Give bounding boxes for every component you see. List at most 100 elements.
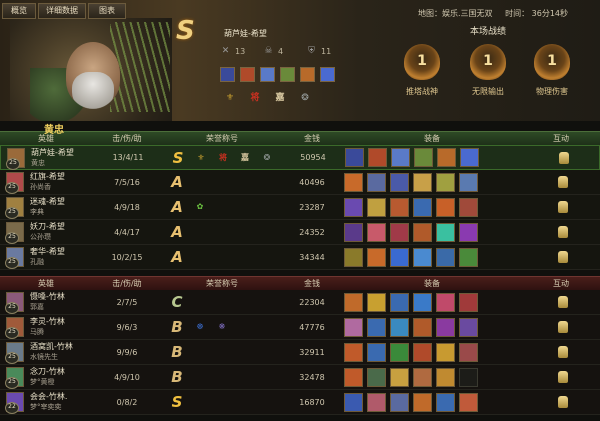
- item-slot[interactable]: [436, 292, 455, 312]
- item-slot[interactable]: [280, 67, 295, 82]
- item-slot[interactable]: [459, 292, 478, 312]
- avatar[interactable]: 22: [5, 392, 24, 414]
- item-slot[interactable]: [368, 148, 387, 167]
- item-slot[interactable]: [240, 67, 255, 82]
- item-slot[interactable]: [260, 67, 275, 82]
- tab-details[interactable]: 详细数据: [38, 3, 86, 19]
- item-slot[interactable]: [344, 392, 363, 412]
- item-slot[interactable]: [367, 197, 386, 217]
- item-slot[interactable]: [459, 342, 478, 362]
- avatar[interactable]: 25: [5, 367, 24, 389]
- item-slot[interactable]: [367, 247, 386, 267]
- item-slot[interactable]: [413, 342, 432, 362]
- item-slot[interactable]: [390, 222, 409, 242]
- item-slot[interactable]: [413, 222, 432, 242]
- item-slot[interactable]: [459, 392, 478, 412]
- item-slot[interactable]: [413, 197, 432, 217]
- view-tabs: 概览 详细数据 图表: [2, 3, 126, 19]
- item-slot[interactable]: [459, 197, 478, 217]
- item-slot[interactable]: [414, 148, 433, 167]
- item-slot[interactable]: [367, 367, 386, 387]
- item-slot[interactable]: [390, 342, 409, 362]
- item-slot[interactable]: [436, 342, 455, 362]
- like-icon[interactable]: [558, 201, 568, 213]
- item-slot[interactable]: [367, 342, 386, 362]
- item-slot[interactable]: [459, 172, 478, 192]
- item-slot[interactable]: [345, 148, 364, 167]
- tab-overview[interactable]: 概览: [2, 3, 36, 19]
- interact-cell: [524, 396, 600, 408]
- item-slot[interactable]: [300, 67, 315, 82]
- item-slot[interactable]: [459, 222, 478, 242]
- like-icon[interactable]: [558, 371, 568, 383]
- item-slot[interactable]: [436, 222, 455, 242]
- item-slot[interactable]: [344, 292, 363, 312]
- like-icon[interactable]: [558, 346, 568, 358]
- avatar[interactable]: 25: [6, 147, 25, 170]
- item-slot[interactable]: [436, 367, 455, 387]
- player-row[interactable]: 25 奢华-希望 孔融 10/2/15 A 34344: [0, 245, 600, 270]
- item-slot[interactable]: [390, 367, 409, 387]
- item-slot[interactable]: [367, 392, 386, 412]
- like-icon[interactable]: [558, 251, 568, 263]
- like-icon[interactable]: [558, 321, 568, 333]
- item-slot[interactable]: [390, 247, 409, 267]
- item-slot[interactable]: [413, 317, 432, 337]
- item-slot[interactable]: [390, 317, 409, 337]
- avatar[interactable]: 25: [5, 222, 24, 244]
- item-slot[interactable]: [367, 172, 386, 192]
- item-slot[interactable]: [344, 172, 363, 192]
- item-slot[interactable]: [436, 197, 455, 217]
- item-slot[interactable]: [436, 317, 455, 337]
- item-slot[interactable]: [344, 317, 363, 337]
- like-icon[interactable]: [558, 296, 568, 308]
- item-slot[interactable]: [367, 317, 386, 337]
- tab-charts[interactable]: 图表: [88, 3, 126, 19]
- like-icon[interactable]: [558, 176, 568, 188]
- item-slot[interactable]: [391, 148, 410, 167]
- avatar[interactable]: 25: [5, 292, 24, 314]
- avatar[interactable]: 25: [5, 342, 24, 364]
- item-slot[interactable]: [413, 367, 432, 387]
- item-slot[interactable]: [344, 247, 363, 267]
- item-slot[interactable]: [390, 392, 409, 412]
- like-icon[interactable]: [559, 151, 569, 164]
- player-row[interactable]: 25 葫芦娃-希望 黄忠 13/4/11 S ⚜ 将 嘉 ❂ 50954: [0, 145, 600, 170]
- item-slot[interactable]: [220, 67, 235, 82]
- item-slot[interactable]: [460, 148, 479, 167]
- item-slot[interactable]: [436, 392, 455, 412]
- item-slot[interactable]: [390, 292, 409, 312]
- player-row[interactable]: 25 念刀-竹林 梦°黄橙 4/9/10 B 32478: [0, 365, 600, 390]
- player-row[interactable]: 25 李灵-竹林 马腾 9/6/3 B ☸ ❋ 47776: [0, 315, 600, 340]
- avatar[interactable]: 25: [5, 247, 24, 269]
- avatar[interactable]: 25: [5, 317, 24, 339]
- item-slot[interactable]: [367, 292, 386, 312]
- item-slot[interactable]: [413, 392, 432, 412]
- item-slot[interactable]: [436, 247, 455, 267]
- player-row[interactable]: 25 酒窝凯-竹林 水镜先生 9/9/6 B 32911: [0, 340, 600, 365]
- item-slot[interactable]: [459, 317, 478, 337]
- player-row[interactable]: 25 红旗-希望 孙尚香 7/5/16 A 40496: [0, 170, 600, 195]
- player-row[interactable]: 25 迷魂-希望 李典 4/9/18 A ✿ 23287: [0, 195, 600, 220]
- item-slot[interactable]: [344, 342, 363, 362]
- player-row[interactable]: 25 妖刀-希望 公孙瓒 4/4/17 A 24352: [0, 220, 600, 245]
- item-slot[interactable]: [413, 172, 432, 192]
- avatar[interactable]: 25: [5, 197, 24, 219]
- like-icon[interactable]: [558, 226, 568, 238]
- item-slot[interactable]: [367, 222, 386, 242]
- item-slot[interactable]: [390, 197, 409, 217]
- item-slot[interactable]: [344, 367, 363, 387]
- item-slot[interactable]: [437, 148, 456, 167]
- item-slot[interactable]: [413, 292, 432, 312]
- item-slot[interactable]: [344, 197, 363, 217]
- item-slot[interactable]: [390, 172, 409, 192]
- player-row[interactable]: 25 慑嗓-竹林 郭嘉 2/7/5 C 22304: [0, 290, 600, 315]
- item-slot[interactable]: [320, 67, 335, 82]
- player-row[interactable]: 22 会会-竹林. 梦°宰奕奕 0/8/2 S 16870: [0, 390, 600, 415]
- item-slot[interactable]: [459, 247, 478, 267]
- item-slot[interactable]: [436, 172, 455, 192]
- like-icon[interactable]: [558, 396, 568, 408]
- item-slot[interactable]: [413, 247, 432, 267]
- avatar[interactable]: 25: [5, 172, 24, 194]
- item-slot[interactable]: [344, 222, 363, 242]
